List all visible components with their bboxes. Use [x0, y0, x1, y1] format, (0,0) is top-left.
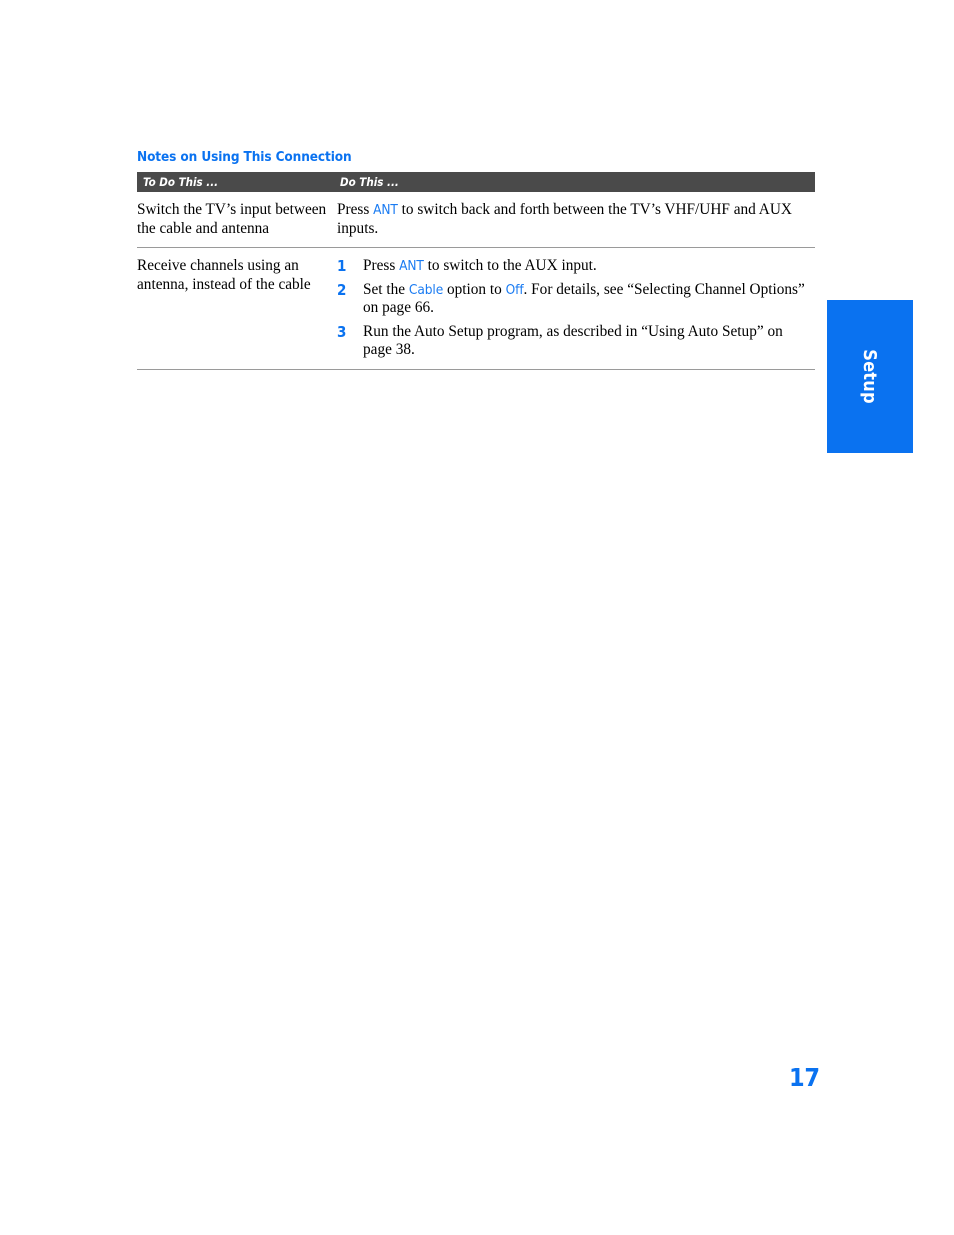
table-header-row: To Do This ... Do This ... [137, 172, 815, 192]
step-number: 3 [337, 322, 347, 341]
table-row: Receive channels using an antenna, inste… [137, 248, 815, 370]
column-header-to-do-this: To Do This ... [143, 175, 219, 189]
document-page: Notes on Using This Connection To Do Thi… [0, 0, 954, 1235]
chapter-thumb-tab: Setup [827, 300, 913, 453]
cell-to-do-this: Receive channels using an antenna, inste… [137, 257, 311, 293]
column-header-do-this: Do This ... [340, 175, 399, 189]
cell-to-do-this: Switch the TV’s input between the cable … [137, 201, 327, 237]
page-number: 17 [789, 1063, 820, 1092]
cell-do-this: Press ANT to switch back and forth betwe… [337, 192, 815, 247]
section-heading: Notes on Using This Connection [137, 149, 352, 165]
chapter-thumb-tab-label: Setup [859, 349, 881, 404]
step-item: 1 Press ANT to switch to the AUX input. [337, 257, 813, 276]
ui-key-token: Off [505, 281, 524, 298]
instruction-paragraph: Press ANT to switch back and forth betwe… [337, 201, 792, 237]
step-item: 2 Set the Cable option to Off. For detail… [337, 281, 813, 318]
ui-key-token: ANT [373, 202, 398, 218]
cell-do-this: 1 Press ANT to switch to the AUX input. 2 S… [337, 248, 815, 369]
ui-key-token: ANT [399, 258, 424, 274]
ui-key-token: Cable [408, 281, 444, 298]
table-row: Switch the TV’s input between the cable … [137, 192, 815, 248]
step-item: 3 Run the Auto Setup program, as describe… [337, 323, 813, 360]
step-number: 2 [337, 280, 347, 299]
step-text: Run the Auto Setup program, as described… [363, 322, 783, 359]
step-text: Press ANT to switch to the AUX input. [363, 257, 597, 274]
step-number: 1 [337, 257, 347, 275]
step-list: 1 Press ANT to switch to the AUX input. 2 S… [337, 257, 813, 360]
step-text: Set the Cable option to Off. For details… [363, 280, 805, 317]
notes-table: To Do This ... Do This ... Switch the TV… [137, 172, 815, 370]
